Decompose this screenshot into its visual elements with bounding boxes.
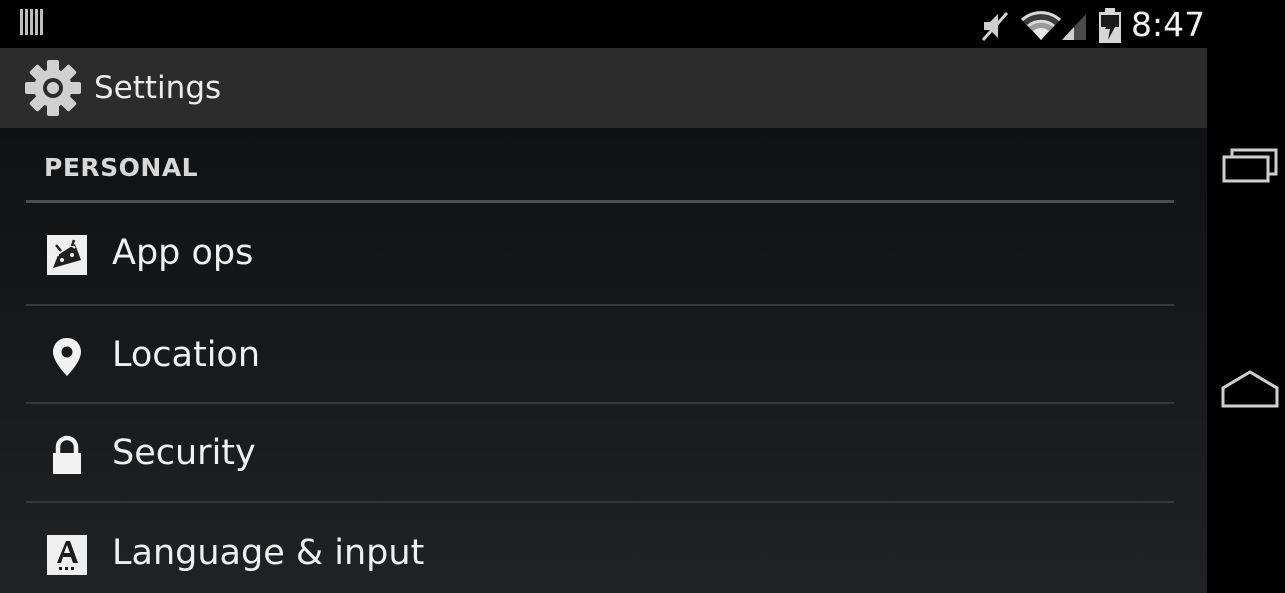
language-icon bbox=[47, 535, 87, 575]
android-screen: 8:47 Settings PERSONAL App ops Location … bbox=[0, 0, 1285, 593]
settings-gear-icon[interactable] bbox=[22, 57, 84, 119]
wifi-icon bbox=[1020, 11, 1062, 40]
section-divider bbox=[26, 200, 1174, 203]
settings-list: PERSONAL App ops Location Security Langu… bbox=[0, 128, 1207, 593]
signal-icon bbox=[1062, 14, 1086, 40]
settings-item-app-ops[interactable]: App ops bbox=[26, 204, 1174, 303]
settings-item-location[interactable]: Location bbox=[26, 306, 1174, 405]
location-pin-icon bbox=[53, 338, 81, 376]
navigation-bar bbox=[1207, 0, 1285, 593]
lock-icon bbox=[53, 435, 81, 474]
app-ops-icon bbox=[47, 235, 87, 275]
settings-item-label: Language & input bbox=[112, 533, 425, 573]
clock: 8:47 bbox=[1131, 5, 1206, 44]
page-title: Settings bbox=[94, 70, 222, 106]
mute-icon bbox=[981, 12, 1009, 41]
status-bar: 8:47 bbox=[0, 0, 1207, 48]
settings-item-language-input[interactable]: Language & input bbox=[26, 504, 1174, 593]
settings-item-label: App ops bbox=[112, 233, 254, 273]
settings-item-security[interactable]: Security bbox=[26, 404, 1174, 503]
section-header-personal: PERSONAL bbox=[44, 153, 199, 182]
home-icon[interactable] bbox=[1220, 368, 1280, 410]
battery-charging-icon bbox=[1099, 8, 1121, 43]
recents-icon[interactable] bbox=[1220, 146, 1280, 186]
settings-item-label: Location bbox=[112, 335, 261, 375]
item-divider bbox=[26, 501, 1174, 503]
notification-icon[interactable] bbox=[20, 9, 44, 35]
action-bar: Settings bbox=[0, 48, 1207, 128]
settings-item-label: Security bbox=[112, 433, 256, 473]
